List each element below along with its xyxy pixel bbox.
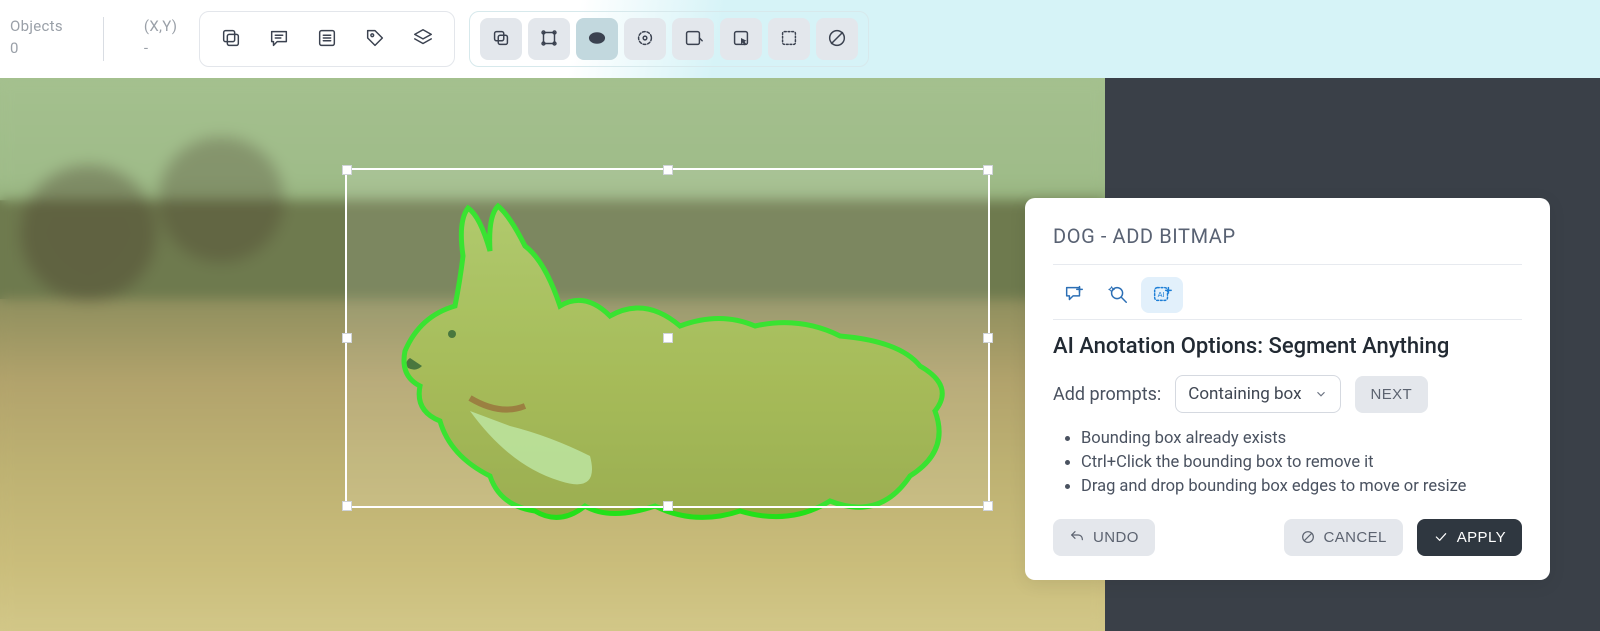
workspace: DOG - ADD BITMAP AI AI Anotation Options… — [0, 78, 1600, 631]
panel-actions: UNDO CANCEL APPLY — [1053, 519, 1522, 556]
prompt-select[interactable]: Containing box — [1175, 375, 1340, 413]
undo-button[interactable]: UNDO — [1053, 519, 1155, 556]
comment-button[interactable] — [258, 18, 300, 60]
hint-item: Drag and drop bounding box edges to move… — [1081, 475, 1522, 499]
tab-speech-plus[interactable] — [1053, 277, 1095, 313]
clone-icon — [220, 27, 242, 52]
select-tool-icon — [490, 27, 512, 52]
next-button[interactable]: NEXT — [1355, 376, 1429, 413]
select-tool-button[interactable] — [480, 18, 522, 60]
disable-tool-icon — [826, 27, 848, 52]
bbox-handle-br[interactable] — [983, 501, 993, 511]
bbox-handle-center[interactable] — [663, 333, 673, 343]
hint-item: Bounding box already exists — [1081, 427, 1522, 451]
cancel-icon — [1300, 529, 1316, 545]
magic-zoom-icon — [1107, 283, 1129, 308]
panel-tabs: AI — [1053, 277, 1522, 320]
divider — [103, 17, 104, 61]
objects-value: 0 — [10, 39, 63, 57]
clone-button[interactable] — [210, 18, 252, 60]
chevron-down-icon — [1314, 387, 1328, 401]
speech-plus-icon — [1063, 283, 1085, 308]
hint-list: Bounding box already exists Ctrl+Click t… — [1081, 427, 1522, 499]
prompt-label: Add prompts: — [1053, 384, 1161, 405]
canvas-stats: Objects 0 (X,Y) - — [10, 17, 185, 61]
section-title: AI Anotation Options: Segment Anything — [1053, 334, 1522, 359]
comment-icon — [268, 27, 290, 52]
ellipse-tool-button[interactable] — [576, 18, 618, 60]
xy-label: (X,Y) — [144, 17, 177, 35]
layers-button[interactable] — [402, 18, 444, 60]
hint-item: Ctrl+Click the bounding box to remove it — [1081, 451, 1522, 475]
bbox-handle-tr[interactable] — [983, 165, 993, 175]
apply-button[interactable]: APPLY — [1417, 519, 1522, 556]
list-icon — [316, 27, 338, 52]
prompt-row: Add prompts: Containing box NEXT — [1053, 375, 1522, 413]
smart-tool-icon — [634, 27, 656, 52]
tag-icon — [364, 27, 386, 52]
bbox-handle-mr[interactable] — [983, 333, 993, 343]
pointer-tool-button[interactable] — [720, 18, 762, 60]
xy-value: - — [144, 39, 177, 57]
apply-label: APPLY — [1457, 529, 1506, 546]
smart-tool-button[interactable] — [624, 18, 666, 60]
objects-label: Objects — [10, 17, 63, 35]
bounding-box[interactable] — [345, 168, 990, 508]
check-icon — [1433, 529, 1449, 545]
annotation-panel: DOG - ADD BITMAP AI AI Anotation Options… — [1025, 198, 1550, 580]
pointer-tool-icon — [730, 27, 752, 52]
toolbar-group-annotation — [469, 11, 869, 67]
cancel-label: CANCEL — [1324, 529, 1387, 546]
prompt-select-value: Containing box — [1188, 384, 1301, 404]
bbox-tool-icon — [538, 27, 560, 52]
svg-text:AI: AI — [1158, 289, 1165, 298]
toolbar-group-primary — [199, 11, 455, 67]
bbox-handle-ml[interactable] — [342, 333, 352, 343]
tab-ai-plus[interactable]: AI — [1141, 277, 1183, 313]
ellipse-tool-icon — [586, 27, 608, 52]
cancel-button[interactable]: CANCEL — [1284, 519, 1403, 556]
ai-plus-icon: AI — [1151, 283, 1173, 308]
layers-icon — [412, 27, 434, 52]
undo-label: UNDO — [1093, 529, 1139, 546]
grid-tool-button[interactable] — [768, 18, 810, 60]
top-toolbar: Objects 0 (X,Y) - — [0, 0, 1600, 78]
grid-tool-icon — [778, 27, 800, 52]
disable-tool-button[interactable] — [816, 18, 858, 60]
tab-magic-zoom[interactable] — [1097, 277, 1139, 313]
list-button[interactable] — [306, 18, 348, 60]
bbox-tool-button[interactable] — [528, 18, 570, 60]
panel-title: DOG - ADD BITMAP — [1053, 224, 1522, 265]
bbox-handle-tm[interactable] — [663, 165, 673, 175]
bbox-handle-tl[interactable] — [342, 165, 352, 175]
tag-button[interactable] — [354, 18, 396, 60]
undo-icon — [1069, 529, 1085, 545]
bbox-handle-bl[interactable] — [342, 501, 352, 511]
polygon-tool-icon — [682, 27, 704, 52]
polygon-tool-button[interactable] — [672, 18, 714, 60]
bbox-handle-bm[interactable] — [663, 501, 673, 511]
